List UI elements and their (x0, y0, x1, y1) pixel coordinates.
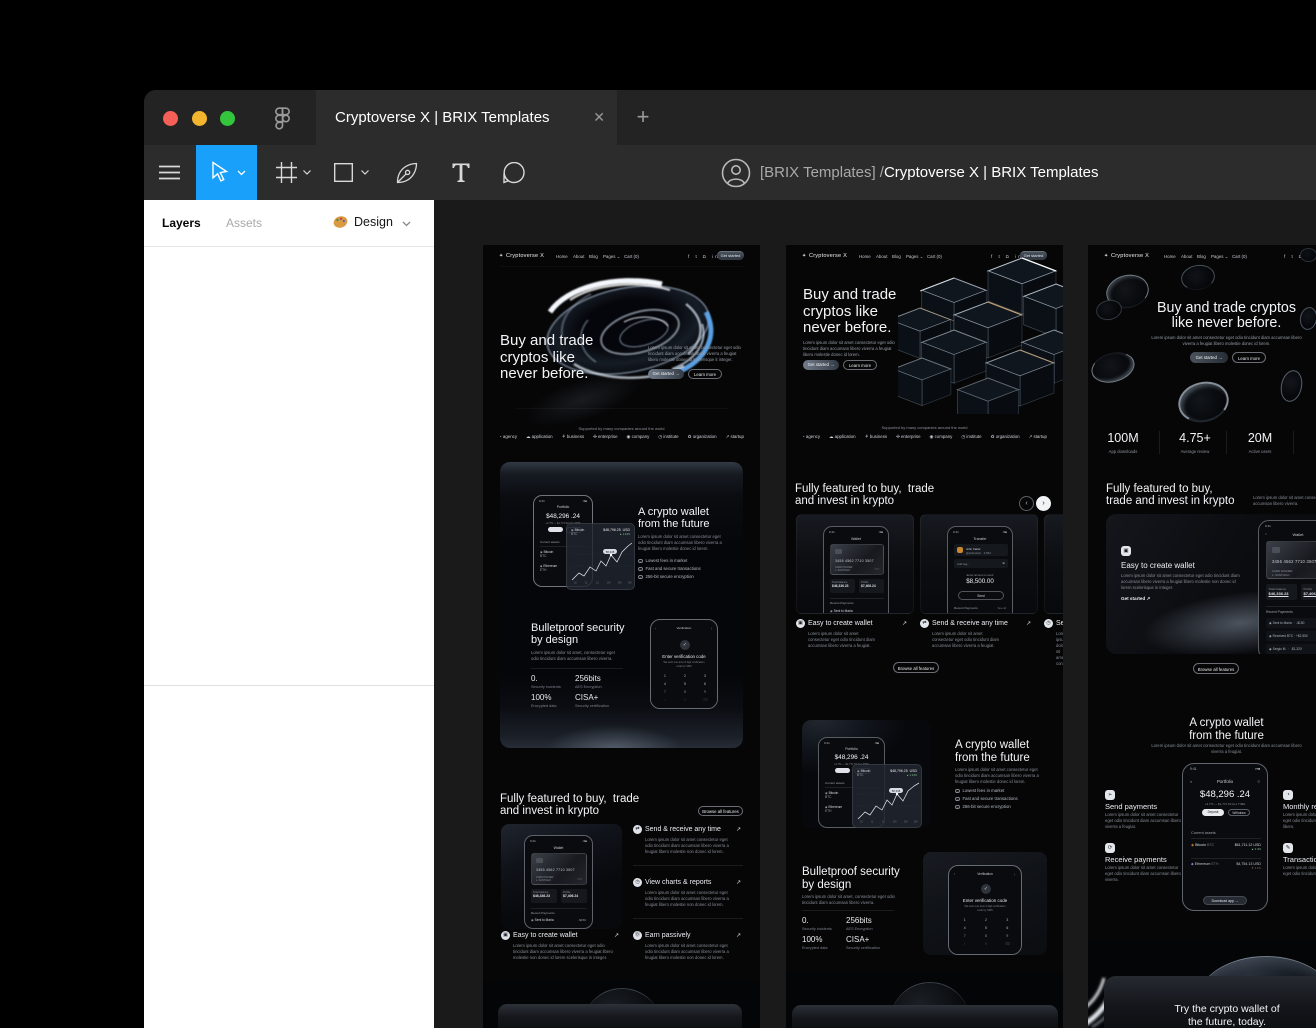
svg-text:3M: 3M (628, 582, 631, 585)
svg-text:12: 12 (882, 821, 885, 824)
svg-text:11: 11 (871, 821, 874, 824)
svg-text:2M: 2M (904, 821, 907, 824)
svg-text:10: 10 (574, 582, 577, 585)
svg-text:2M: 2M (618, 582, 621, 585)
svg-text:3M: 3M (914, 821, 917, 824)
svg-text:10: 10 (860, 821, 863, 824)
svg-text:1M: 1M (607, 582, 610, 585)
svg-text:58,345: 58,345 (892, 789, 901, 793)
svg-text:12: 12 (596, 582, 599, 585)
svg-text:11: 11 (585, 582, 588, 585)
svg-text:58,345: 58,345 (606, 550, 615, 554)
svg-text:1M: 1M (893, 821, 896, 824)
